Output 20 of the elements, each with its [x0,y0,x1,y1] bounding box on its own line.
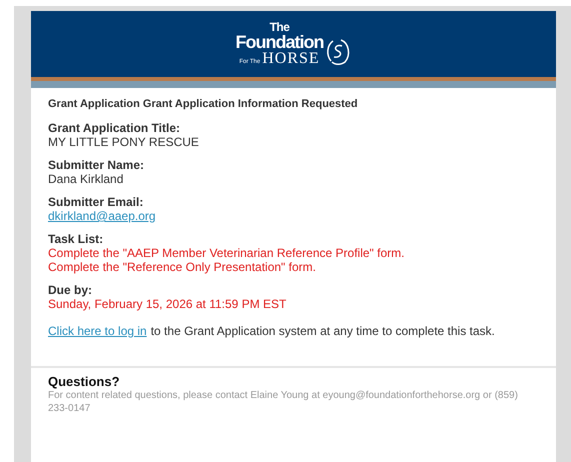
field-label: Submitter Name: [48,158,146,172]
contact-text: For content related questions, please contact Elaine Young at eyoung@foundationforthehorse.org or (859) 233-0147 [48,389,518,415]
field-value: Complete the "Reference Only Presentation" form. [48,260,317,274]
login-link[interactable]: Click here to log in [48,324,147,338]
questions-title: Questions? [48,374,121,389]
field-value: Sunday, February 15, 2026 at 11:59 PM EST [48,297,288,311]
field-label: Task List: [48,232,104,246]
logo-text: HORSE [262,51,320,67]
logo-text: Foundation [236,33,324,51]
field-label: Submitter Email: [48,195,144,209]
email-link[interactable]: dkirkland@aaep.org [48,209,539,223]
email-heading: Grant Application Grant Application Information Requested [48,98,359,110]
logo-text: The [270,21,290,33]
field-label: Grant Application Title: [48,121,182,135]
field-value: MY LITTLE PONY RESCUE [48,135,200,149]
horse-swirl-icon [325,37,352,67]
field-value: Complete the "AAEP Member Veterinarian Reference Profile" form. [48,246,406,260]
login-text: to the Grant Application system at any time to complete this task. [150,324,495,338]
field-value: Dana Kirkland [48,172,124,186]
field-label: Due by: [48,283,94,297]
